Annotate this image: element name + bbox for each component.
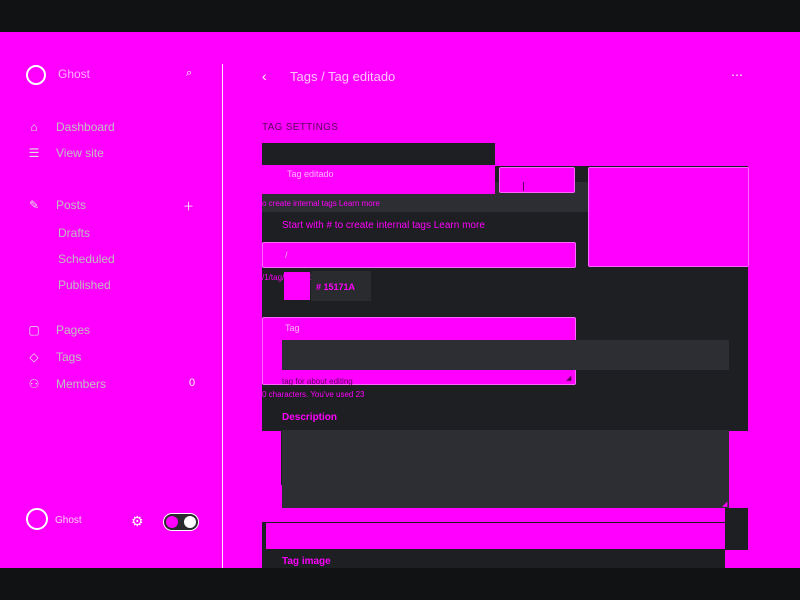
description-right-margin	[729, 431, 748, 485]
tag-image-panel-lower	[262, 550, 725, 568]
internal-tag-hint: Start with # to create internal tags Lea…	[282, 220, 485, 231]
color-input[interactable]	[499, 167, 575, 193]
color-swatch[interactable]	[284, 272, 310, 300]
more-icon[interactable]: ⋯	[731, 68, 743, 82]
resize-handle-icon[interactable]: ◢	[566, 374, 571, 382]
sidebar-item-label: Tags	[56, 350, 82, 364]
char-count-hint-top: 0 characters. You've used 23	[262, 390, 365, 399]
sidebar-item-posts[interactable]: ✎ Posts	[26, 196, 86, 214]
textarea-overlay	[282, 340, 729, 370]
tag-image-label: Tag image	[588, 154, 627, 163]
avatar[interactable]	[26, 508, 48, 530]
sidebar-item-members[interactable]: ⚇ Members	[26, 375, 106, 393]
toggle-moon-icon	[166, 516, 178, 528]
sidebar-item-label: View site	[56, 146, 104, 160]
resize-handle-icon[interactable]: ◢	[722, 500, 727, 508]
meta-description-value: Tag	[285, 323, 300, 333]
gear-icon[interactable]: ⚙	[131, 513, 144, 530]
dark-mode-toggle[interactable]	[163, 513, 199, 531]
description-hint: tag for about editing	[282, 377, 353, 386]
text-cursor	[523, 182, 524, 191]
members-icon: ⚇	[28, 377, 40, 391]
members-count-badge: 0	[189, 377, 196, 389]
top-letterbox-bar	[0, 0, 800, 32]
description-textarea[interactable]	[282, 430, 729, 508]
description-corner-dark	[725, 508, 748, 522]
toggle-knob	[184, 516, 196, 528]
sidebar-item-view-site[interactable]: ☰ View site	[26, 144, 104, 162]
tag-image-section-label: Tag image	[282, 556, 331, 567]
description-pink-corner	[729, 486, 748, 508]
page-title: Tags / Tag editado	[290, 69, 396, 84]
tags-icon: ◇	[29, 350, 39, 364]
slug-input[interactable]	[262, 242, 576, 268]
tag-image-upload[interactable]	[588, 167, 749, 267]
sidebar-divider	[222, 64, 223, 568]
sidebar-item-tags[interactable]: ◇ Tags	[26, 348, 81, 366]
color-label: Color	[499, 154, 520, 163]
bottom-letterbox-bar	[0, 568, 800, 600]
app-window: Ghost ⌕ ⌂ Dashboard ☰ View site ✎ Posts …	[0, 32, 800, 568]
view-site-icon: ☰	[28, 146, 40, 160]
user-name: Ghost	[55, 515, 82, 526]
sidebar-item-label: Pages	[56, 323, 91, 337]
app-name: Ghost	[58, 67, 91, 81]
new-post-icon[interactable]: ＋	[183, 198, 194, 214]
sidebar-item-label: Posts	[56, 198, 87, 212]
posts-icon: ✎	[28, 198, 40, 212]
sidebar-subitem-published[interactable]: Published	[58, 278, 111, 292]
description-label: Description	[282, 412, 338, 423]
sidebar-item-dashboard[interactable]: ⌂ Dashboard	[26, 118, 115, 136]
slug-input-value: /	[285, 250, 288, 260]
name-input-value: Tag editado	[287, 169, 334, 179]
content-right-margin	[748, 143, 800, 568]
section-label: TAG SETTINGS	[262, 122, 339, 133]
sidebar-subitem-drafts[interactable]: Drafts	[58, 226, 90, 240]
pages-icon: ▢	[28, 323, 40, 337]
description-left-margin	[262, 431, 281, 485]
tag-image-strip	[266, 523, 725, 549]
sidebar-item-label: Dashboard	[56, 120, 115, 134]
sidebar: Ghost ⌕ ⌂ Dashboard ☰ View site ✎ Posts …	[0, 32, 222, 568]
ghost-logo-icon[interactable]	[26, 65, 46, 85]
sidebar-item-label: Members	[56, 377, 107, 391]
sidebar-subitem-scheduled[interactable]: Scheduled	[58, 252, 115, 266]
search-icon[interactable]: ⌕	[186, 67, 192, 80]
color-hex-value: # 15171A	[316, 282, 356, 292]
internal-tag-hint-clipped: o create internal tags Learn more	[262, 199, 380, 208]
sidebar-item-pages[interactable]: ▢ Pages	[26, 321, 90, 339]
dashboard-icon: ⌂	[30, 120, 38, 134]
back-arrow-icon[interactable]: ‹	[262, 68, 267, 84]
